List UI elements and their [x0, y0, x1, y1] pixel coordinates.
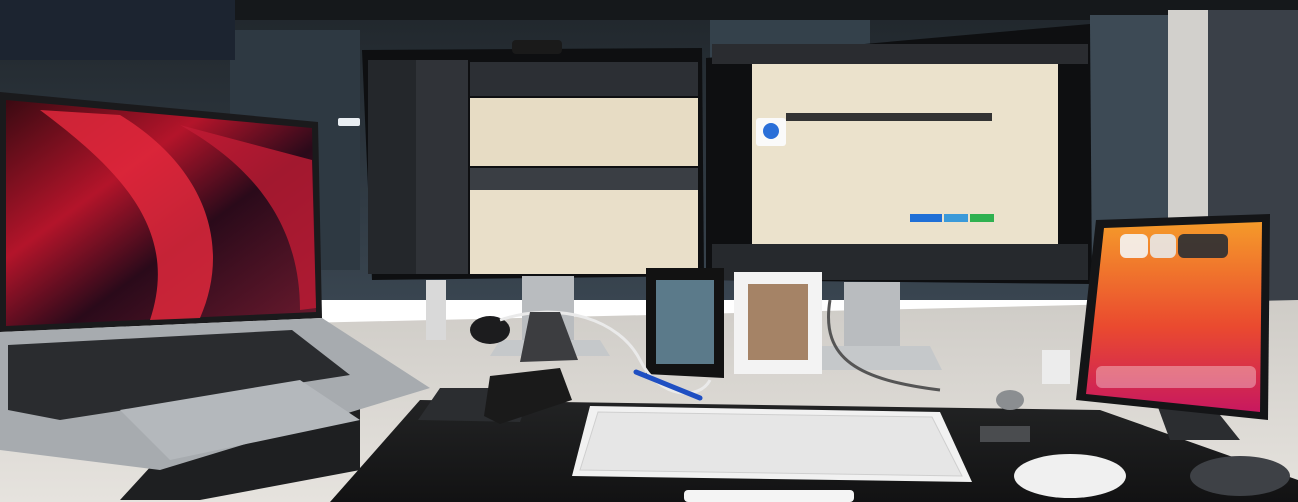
usb-hub [980, 426, 1030, 442]
mouse-icon [1014, 454, 1126, 498]
monitor-left [362, 48, 704, 280]
monitor-right-topbar [712, 44, 1088, 64]
webcam-icon [512, 40, 562, 54]
power-strip [1042, 350, 1070, 384]
monitor-right-btn-green [970, 214, 994, 222]
ceiling-light [338, 118, 360, 126]
photo-frame-icon [646, 268, 822, 378]
monitor-left-list [416, 60, 468, 274]
monitor-left-sidebar [368, 60, 416, 274]
monitor-right-btn-cyan [944, 214, 968, 222]
monitor-right-btn-blue [910, 214, 942, 222]
ipad-dock [1096, 366, 1256, 388]
top-left-screen [0, 0, 235, 60]
frame-black-photo [656, 280, 714, 364]
apple-logo-icon [763, 123, 779, 139]
monitor-left-doc [470, 98, 698, 166]
monitor-right-stand [844, 282, 900, 352]
tracker-tag [996, 390, 1024, 410]
hub-device [426, 280, 446, 340]
ipad-widget3 [1178, 234, 1228, 258]
monitor-right-toolbar [786, 113, 992, 121]
magic-trackpad [684, 490, 854, 502]
monitor-right [706, 24, 1092, 284]
frame-white-photo [748, 284, 808, 360]
monitor-right-foot [808, 346, 942, 370]
monitor-left-doc2 [470, 190, 698, 274]
monitor-right-doc [752, 64, 1058, 244]
keyboard-keys [579, 411, 963, 477]
mouse-right [1190, 456, 1290, 496]
ipad-widget [1120, 234, 1148, 258]
desk-setup-photo [0, 0, 1298, 502]
ipad-widget2 [1150, 234, 1176, 258]
monitor-left-header [470, 62, 698, 96]
monitor-left-bar [470, 168, 698, 190]
